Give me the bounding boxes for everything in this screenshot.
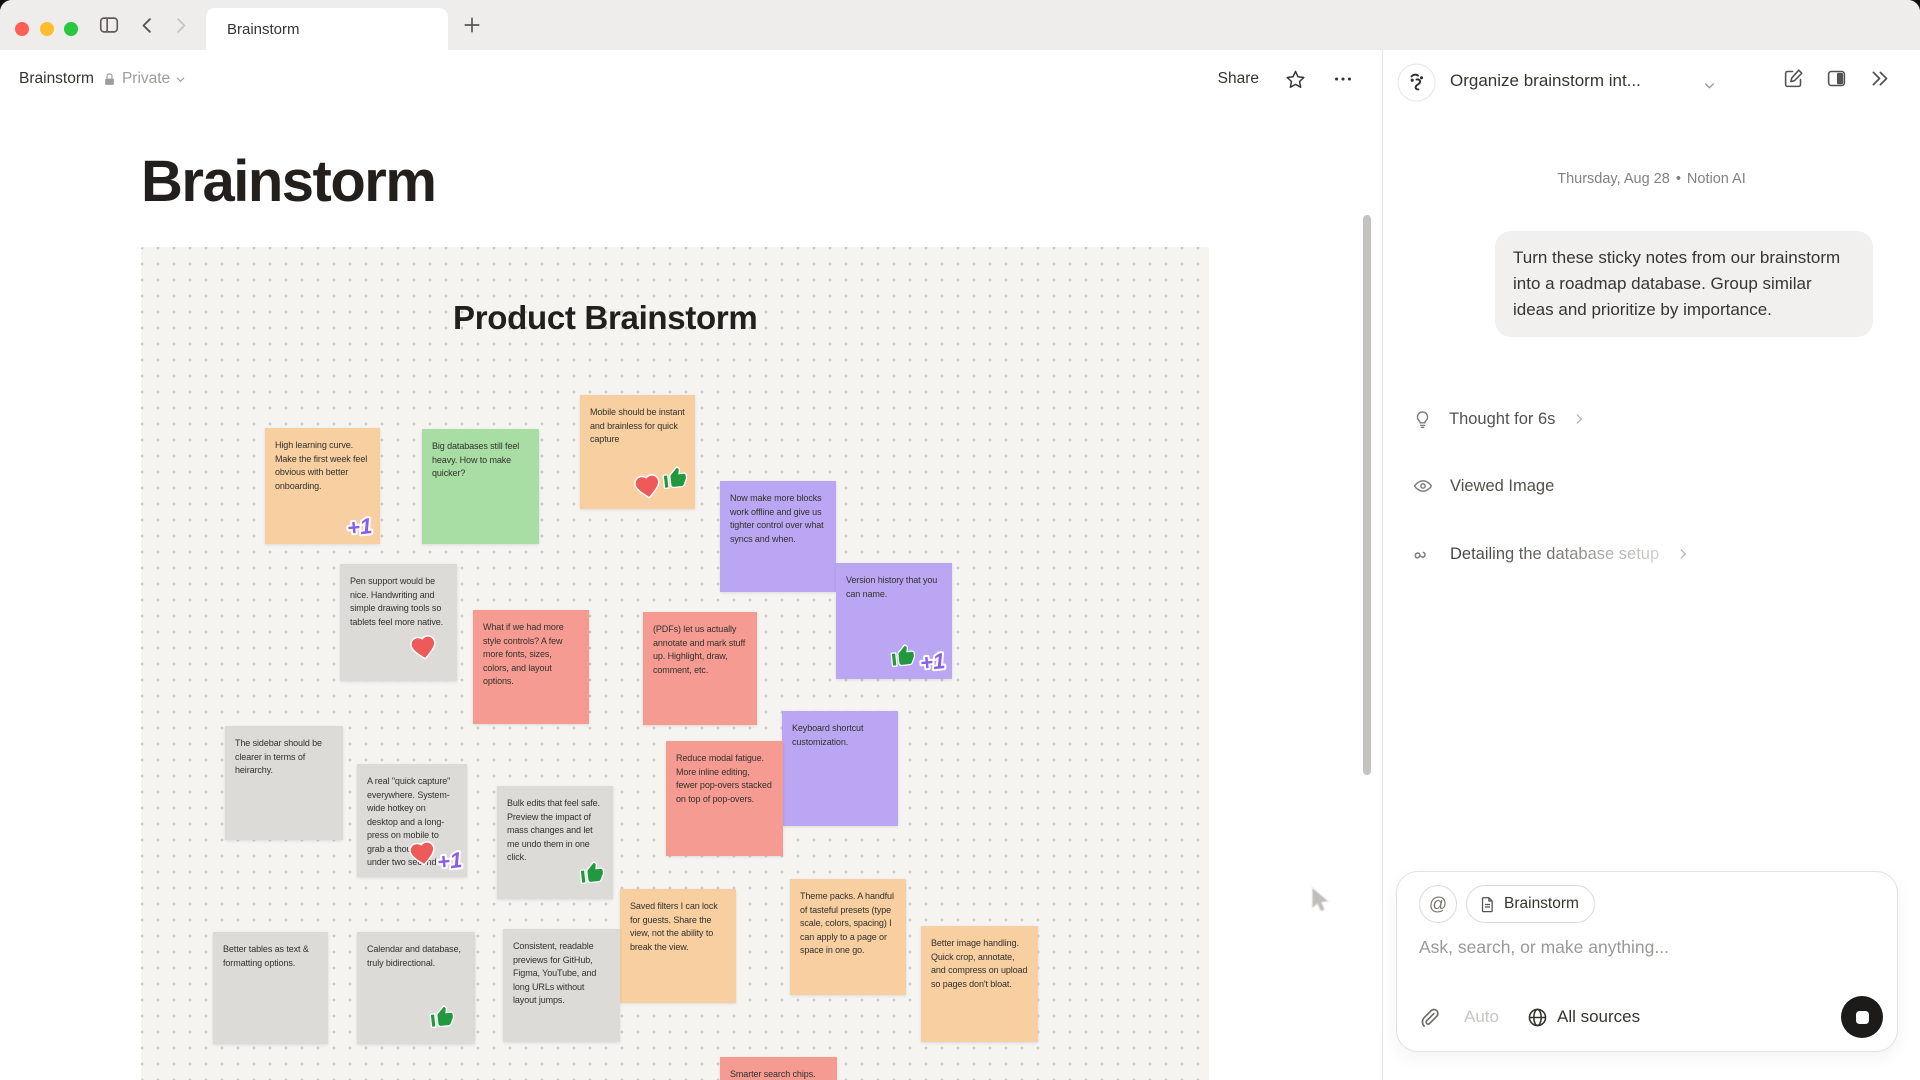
step-thought[interactable]: Thought for 6s — [1413, 405, 1586, 433]
sticky-note: Big databases still feel heavy. How to m… — [422, 429, 539, 544]
notion-ai-face-icon — [1397, 63, 1436, 102]
stop-icon — [1856, 1011, 1869, 1024]
step-label: Detailing the database setup — [1450, 545, 1659, 564]
minimize-window-button[interactable] — [40, 22, 54, 36]
forward-icon[interactable] — [169, 14, 191, 36]
document-icon — [1479, 896, 1496, 913]
privacy-label: Private — [122, 70, 170, 88]
sticky-note: Keyboard shortcut customization. — [782, 711, 898, 826]
breadcrumb[interactable]: Brainstorm Private — [19, 70, 186, 88]
tab-title: Brainstorm — [227, 21, 300, 38]
context-chip-label: Brainstorm — [1504, 895, 1579, 913]
whiteboard-title: Product Brainstorm — [453, 299, 757, 337]
privacy-control[interactable]: Private — [102, 70, 186, 88]
more-options-icon[interactable] — [1332, 68, 1354, 90]
sticky-note: Version history that you can name.+1 — [836, 563, 952, 679]
favorite-star-icon[interactable] — [1285, 69, 1306, 90]
chevron-right-icon — [1572, 412, 1586, 426]
mouse-cursor — [1310, 886, 1336, 916]
user-message-bubble: Turn these sticky notes from our brainst… — [1495, 231, 1873, 337]
ai-panel-header: Organize brainstorm int... — [1383, 50, 1920, 112]
conversation-date: Thursday, Aug 28•Notion AI — [1383, 171, 1920, 187]
sticky-note: What if we had more style controls? A fe… — [473, 610, 589, 724]
lock-icon — [102, 72, 117, 87]
svg-text:+1: +1 — [346, 513, 373, 540]
sources-label: All sources — [1557, 1007, 1640, 1027]
svg-text:+1: +1 — [919, 648, 946, 675]
thumb-sticker-icon — [429, 1004, 455, 1030]
zoom-window-button[interactable] — [64, 22, 78, 36]
attach-icon[interactable] — [1419, 1007, 1440, 1028]
sticky-note: Reduce modal fatigue. More inline editin… — [666, 741, 783, 856]
eye-icon — [1413, 476, 1433, 496]
sticky-note: Bulk edits that feel safe. Preview the i… — [497, 786, 613, 899]
new-tab-icon[interactable] — [461, 14, 483, 36]
vertical-scrollbar[interactable] — [1363, 215, 1371, 775]
loop-icon — [1413, 544, 1433, 564]
chevron-down-icon — [175, 74, 186, 85]
back-icon[interactable] — [136, 14, 158, 36]
sources-button[interactable]: All sources — [1527, 1007, 1640, 1028]
heart-sticker-icon — [634, 473, 661, 500]
sticky-note: Pen support would be nice. Handwriting a… — [340, 564, 457, 681]
chevron-down-icon[interactable] — [1703, 79, 1716, 92]
globe-icon — [1527, 1007, 1548, 1028]
lightbulb-icon — [1413, 410, 1432, 429]
sticky-note: Smarter search chips. — [720, 1057, 837, 1080]
tab-bar: Brainstorm — [0, 0, 1920, 50]
ai-composer[interactable]: @ Brainstorm Ask, search, or make anythi… — [1396, 871, 1898, 1052]
sticky-note: Calendar and database, truly bidirection… — [357, 932, 475, 1044]
sticky-note: Mobile should be instant and brainless f… — [580, 395, 695, 509]
mention-button[interactable]: @ — [1419, 885, 1457, 923]
notion-ai-panel: Organize brainstorm int... Thursday, Aug… — [1383, 50, 1920, 1080]
sticky-note: High learning curve. Make the first week… — [265, 428, 380, 544]
chevron-right-icon — [1676, 547, 1690, 561]
sticky-note: Better tables as text & formatting optio… — [213, 932, 328, 1044]
thumb-sticker-icon — [662, 465, 688, 491]
stop-generating-button[interactable] — [1841, 996, 1883, 1038]
sticky-note: A real "quick capture" everywhere. Syste… — [357, 764, 467, 877]
sticky-note: Saved filters I can lock for guests. Sha… — [620, 889, 736, 1003]
notion-window: Brainstorm Brainstorm Private Share Brai… — [0, 0, 1920, 1080]
step-label: Thought for 6s — [1449, 410, 1555, 429]
ai-thread-title[interactable]: Organize brainstorm int... — [1450, 71, 1641, 91]
whiteboard-embed[interactable]: Product Brainstorm High learning curve. … — [141, 247, 1209, 1080]
page-title: Brainstorm — [141, 148, 435, 215]
breadcrumb-title[interactable]: Brainstorm — [19, 70, 94, 88]
heart-sticker-icon — [410, 634, 437, 661]
thumb-sticker-icon — [890, 643, 916, 669]
panel-layout-icon[interactable] — [1826, 68, 1847, 89]
step-viewed-image[interactable]: Viewed Image — [1413, 472, 1554, 500]
sticky-note: Now make more blocks work offline and gi… — [720, 481, 836, 592]
close-window-button[interactable] — [15, 22, 29, 36]
sticky-note: The sidebar should be clearer in terms o… — [225, 726, 343, 840]
context-chip-brainstorm[interactable]: Brainstorm — [1466, 885, 1595, 923]
step-label: Viewed Image — [1450, 477, 1554, 496]
page-toolbar: Brainstorm Private Share — [0, 50, 1382, 108]
new-chat-icon[interactable] — [1783, 68, 1804, 89]
sticky-note: (PDFs) let us actually annotate and mark… — [643, 612, 757, 725]
step-detailing[interactable]: Detailing the database setup — [1413, 540, 1690, 568]
sticky-note: Consistent, readable previews for GitHub… — [503, 929, 620, 1042]
plus-one-sticker-icon: +1 — [916, 647, 954, 675]
collapse-panel-icon[interactable] — [1869, 68, 1890, 89]
tab-brainstorm[interactable]: Brainstorm — [206, 8, 448, 50]
plus-one-sticker-icon: +1 — [343, 512, 381, 540]
at-icon: @ — [1429, 894, 1447, 915]
sticky-note: Better image handling. Quick crop, annot… — [921, 926, 1038, 1042]
sticky-note: Theme packs. A handful of tasteful prese… — [790, 879, 906, 995]
auto-mode-button[interactable]: Auto — [1464, 1007, 1499, 1027]
sidebar-toggle-icon[interactable] — [98, 14, 120, 36]
ai-input[interactable]: Ask, search, or make anything... — [1419, 937, 1669, 958]
share-button[interactable]: Share — [1218, 70, 1259, 88]
